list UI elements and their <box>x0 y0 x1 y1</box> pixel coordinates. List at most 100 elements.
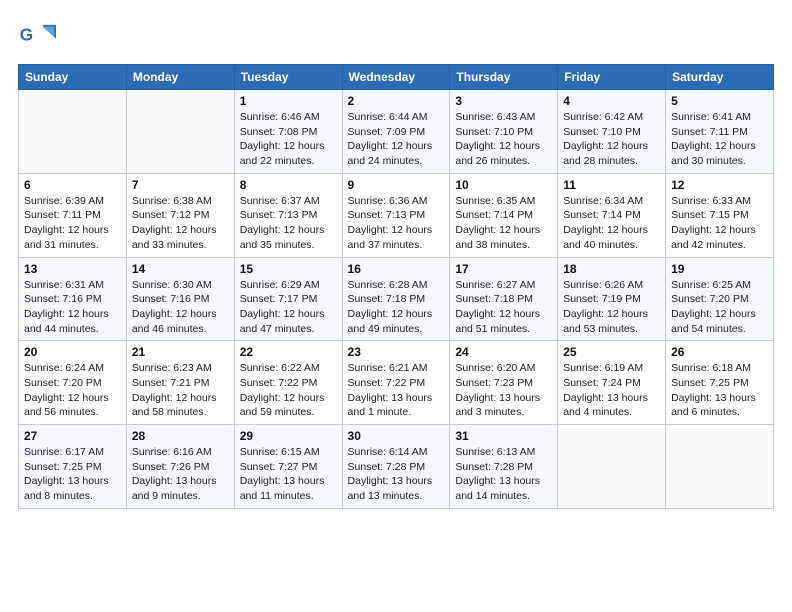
day-info: Sunrise: 6:13 AMSunset: 7:28 PMDaylight:… <box>455 445 552 504</box>
cal-cell: 17 Sunrise: 6:27 AMSunset: 7:18 PMDayligh… <box>450 257 558 341</box>
cal-cell: 12 Sunrise: 6:33 AMSunset: 7:15 PMDayligh… <box>666 173 774 257</box>
day-info: Sunrise: 6:16 AMSunset: 7:26 PMDaylight:… <box>132 445 229 504</box>
cal-cell: 10 Sunrise: 6:35 AMSunset: 7:14 PMDayligh… <box>450 173 558 257</box>
day-info: Sunrise: 6:28 AMSunset: 7:18 PMDaylight:… <box>348 278 445 337</box>
cal-cell <box>19 90 127 174</box>
header-row: SundayMondayTuesdayWednesdayThursdayFrid… <box>19 65 774 90</box>
day-number: 13 <box>24 262 121 276</box>
col-header-thursday: Thursday <box>450 65 558 90</box>
cal-cell: 20 Sunrise: 6:24 AMSunset: 7:20 PMDayligh… <box>19 341 127 425</box>
cal-cell: 25 Sunrise: 6:19 AMSunset: 7:24 PMDayligh… <box>558 341 666 425</box>
cal-cell: 21 Sunrise: 6:23 AMSunset: 7:21 PMDayligh… <box>126 341 234 425</box>
day-info: Sunrise: 6:25 AMSunset: 7:20 PMDaylight:… <box>671 278 768 337</box>
day-info: Sunrise: 6:19 AMSunset: 7:24 PMDaylight:… <box>563 361 660 420</box>
day-number: 18 <box>563 262 660 276</box>
cal-cell: 4 Sunrise: 6:42 AMSunset: 7:10 PMDaylight… <box>558 90 666 174</box>
cal-cell <box>126 90 234 174</box>
day-number: 14 <box>132 262 229 276</box>
day-number: 1 <box>240 94 337 108</box>
cal-cell: 19Sunrise: 6:25 AMSunset: 7:20 PMDayligh… <box>666 257 774 341</box>
col-header-wednesday: Wednesday <box>342 65 450 90</box>
day-number: 31 <box>455 429 552 443</box>
day-number: 28 <box>132 429 229 443</box>
cal-cell: 16 Sunrise: 6:28 AMSunset: 7:18 PMDayligh… <box>342 257 450 341</box>
day-info: Sunrise: 6:33 AMSunset: 7:15 PMDaylight:… <box>671 194 768 253</box>
svg-text:G: G <box>20 24 33 44</box>
week-row-4: 20 Sunrise: 6:24 AMSunset: 7:20 PMDayligh… <box>19 341 774 425</box>
day-info: Sunrise: 6:14 AMSunset: 7:28 PMDaylight:… <box>348 445 445 504</box>
day-number: 10 <box>455 178 552 192</box>
day-info: Sunrise: 6:37 AMSunset: 7:13 PMDaylight:… <box>240 194 337 253</box>
col-header-monday: Monday <box>126 65 234 90</box>
day-info: Sunrise: 6:38 AMSunset: 7:12 PMDaylight:… <box>132 194 229 253</box>
day-number: 3 <box>455 94 552 108</box>
cal-cell: 24Sunrise: 6:20 AMSunset: 7:23 PMDayligh… <box>450 341 558 425</box>
cal-cell: 3 Sunrise: 6:43 AMSunset: 7:10 PMDaylight… <box>450 90 558 174</box>
cal-cell: 1 Sunrise: 6:46 AMSunset: 7:08 PMDaylight… <box>234 90 342 174</box>
day-number: 26 <box>671 345 768 359</box>
day-info: Sunrise: 6:43 AMSunset: 7:10 PMDaylight:… <box>455 110 552 169</box>
cal-cell: 18 Sunrise: 6:26 AMSunset: 7:19 PMDayligh… <box>558 257 666 341</box>
col-header-saturday: Saturday <box>666 65 774 90</box>
day-info: Sunrise: 6:27 AMSunset: 7:18 PMDaylight:… <box>455 278 552 337</box>
day-number: 4 <box>563 94 660 108</box>
day-info: Sunrise: 6:17 AMSunset: 7:25 PMDaylight:… <box>24 445 121 504</box>
cal-cell <box>666 425 774 509</box>
cal-cell: 7 Sunrise: 6:38 AMSunset: 7:12 PMDaylight… <box>126 173 234 257</box>
cal-cell: 29 Sunrise: 6:15 AMSunset: 7:27 PMDayligh… <box>234 425 342 509</box>
cal-cell: 27Sunrise: 6:17 AMSunset: 7:25 PMDayligh… <box>19 425 127 509</box>
day-number: 12 <box>671 178 768 192</box>
day-info: Sunrise: 6:44 AMSunset: 7:09 PMDaylight:… <box>348 110 445 169</box>
day-info: Sunrise: 6:18 AMSunset: 7:25 PMDaylight:… <box>671 361 768 420</box>
day-number: 23 <box>348 345 445 359</box>
day-number: 21 <box>132 345 229 359</box>
cal-cell: 2 Sunrise: 6:44 AMSunset: 7:09 PMDaylight… <box>342 90 450 174</box>
day-number: 16 <box>348 262 445 276</box>
day-info: Sunrise: 6:23 AMSunset: 7:21 PMDaylight:… <box>132 361 229 420</box>
day-info: Sunrise: 6:15 AMSunset: 7:27 PMDaylight:… <box>240 445 337 504</box>
cal-cell: 5 Sunrise: 6:41 AMSunset: 7:11 PMDaylight… <box>666 90 774 174</box>
cal-cell: 11Sunrise: 6:34 AMSunset: 7:14 PMDayligh… <box>558 173 666 257</box>
day-number: 2 <box>348 94 445 108</box>
day-number: 9 <box>348 178 445 192</box>
day-number: 17 <box>455 262 552 276</box>
week-row-1: 1 Sunrise: 6:46 AMSunset: 7:08 PMDaylight… <box>19 90 774 174</box>
generalblue-logo-icon: G <box>18 18 56 56</box>
cal-cell: 23Sunrise: 6:21 AMSunset: 7:22 PMDayligh… <box>342 341 450 425</box>
page: G SundayMondayTuesdayWednesdayThursdayFr… <box>0 0 792 612</box>
cal-cell <box>558 425 666 509</box>
day-info: Sunrise: 6:46 AMSunset: 7:08 PMDaylight:… <box>240 110 337 169</box>
cal-cell: 31 Sunrise: 6:13 AMSunset: 7:28 PMDayligh… <box>450 425 558 509</box>
day-info: Sunrise: 6:35 AMSunset: 7:14 PMDaylight:… <box>455 194 552 253</box>
day-info: Sunrise: 6:39 AMSunset: 7:11 PMDaylight:… <box>24 194 121 253</box>
day-number: 6 <box>24 178 121 192</box>
day-number: 5 <box>671 94 768 108</box>
day-info: Sunrise: 6:26 AMSunset: 7:19 PMDaylight:… <box>563 278 660 337</box>
day-number: 29 <box>240 429 337 443</box>
col-header-sunday: Sunday <box>19 65 127 90</box>
day-number: 30 <box>348 429 445 443</box>
day-number: 25 <box>563 345 660 359</box>
cal-cell: 28 Sunrise: 6:16 AMSunset: 7:26 PMDayligh… <box>126 425 234 509</box>
day-number: 20 <box>24 345 121 359</box>
cal-cell: 14 Sunrise: 6:30 AMSunset: 7:16 PMDayligh… <box>126 257 234 341</box>
day-info: Sunrise: 6:29 AMSunset: 7:17 PMDaylight:… <box>240 278 337 337</box>
day-info: Sunrise: 6:42 AMSunset: 7:10 PMDaylight:… <box>563 110 660 169</box>
week-row-2: 6 Sunrise: 6:39 AMSunset: 7:11 PMDaylight… <box>19 173 774 257</box>
col-header-friday: Friday <box>558 65 666 90</box>
week-row-5: 27Sunrise: 6:17 AMSunset: 7:25 PMDayligh… <box>19 425 774 509</box>
day-info: Sunrise: 6:41 AMSunset: 7:11 PMDaylight:… <box>671 110 768 169</box>
cal-cell: 15Sunrise: 6:29 AMSunset: 7:17 PMDayligh… <box>234 257 342 341</box>
day-info: Sunrise: 6:24 AMSunset: 7:20 PMDaylight:… <box>24 361 121 420</box>
cal-cell: 22Sunrise: 6:22 AMSunset: 7:22 PMDayligh… <box>234 341 342 425</box>
cal-cell: 9Sunrise: 6:36 AMSunset: 7:13 PMDaylight… <box>342 173 450 257</box>
day-number: 8 <box>240 178 337 192</box>
day-number: 11 <box>563 178 660 192</box>
logo: G <box>18 18 62 56</box>
day-info: Sunrise: 6:22 AMSunset: 7:22 PMDaylight:… <box>240 361 337 420</box>
day-info: Sunrise: 6:30 AMSunset: 7:16 PMDaylight:… <box>132 278 229 337</box>
day-info: Sunrise: 6:20 AMSunset: 7:23 PMDaylight:… <box>455 361 552 420</box>
cal-cell: 26 Sunrise: 6:18 AMSunset: 7:25 PMDayligh… <box>666 341 774 425</box>
cal-cell: 30 Sunrise: 6:14 AMSunset: 7:28 PMDayligh… <box>342 425 450 509</box>
day-number: 7 <box>132 178 229 192</box>
